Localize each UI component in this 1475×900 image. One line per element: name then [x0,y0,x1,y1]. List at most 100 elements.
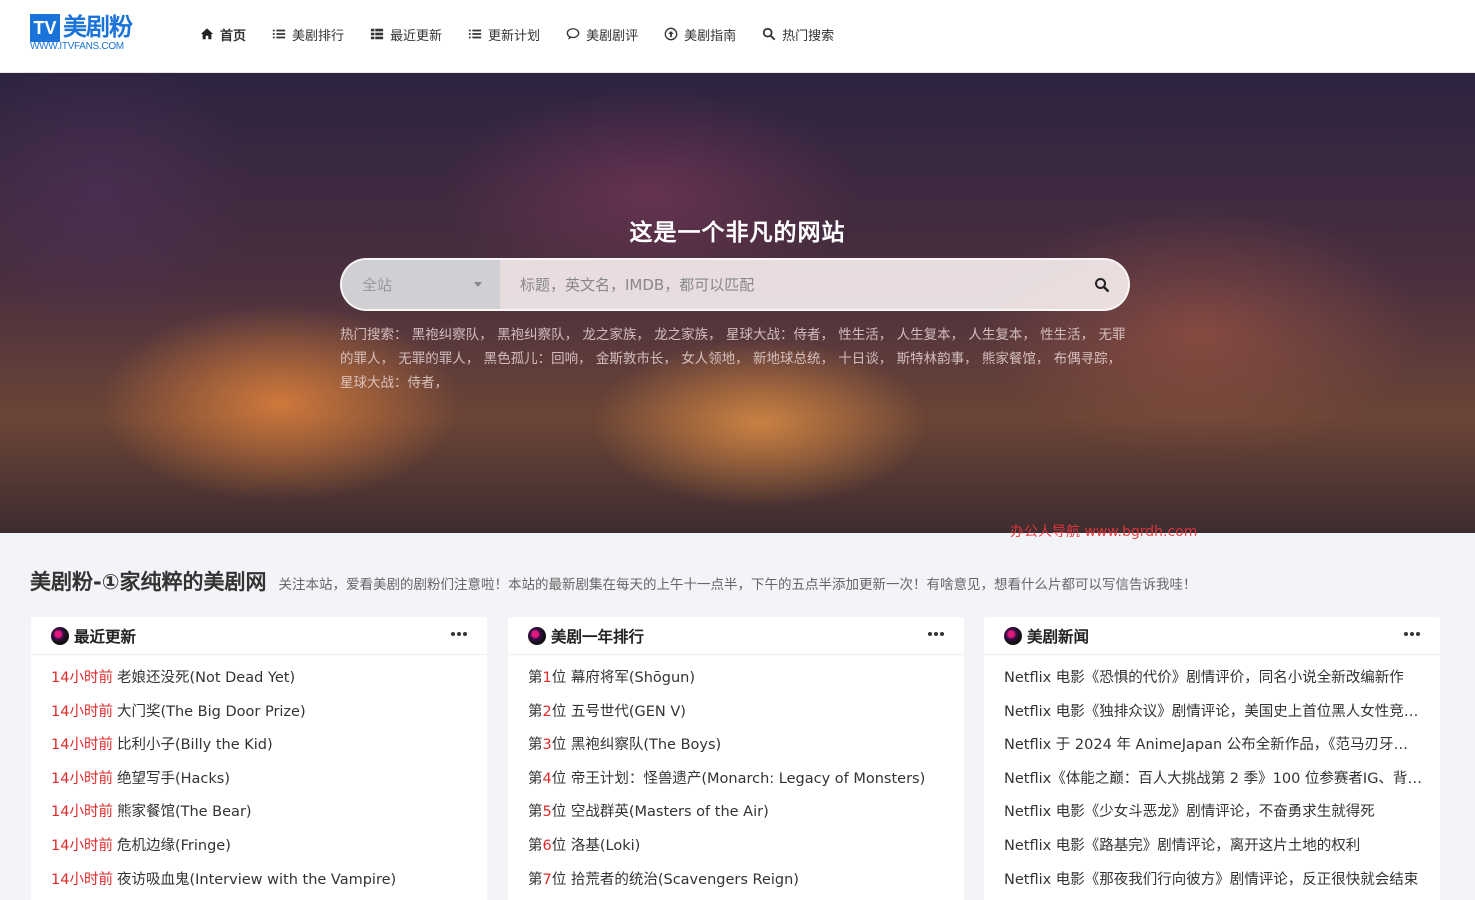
rank-suffix: 位 [551,871,567,888]
hot-search-link[interactable]: 人生复本， [897,327,965,343]
hot-search-link[interactable]: 龙之家族， [582,327,650,343]
site-logo[interactable]: TV 美剧粉 WWW.ITVFANS.COM [30,13,136,54]
list-item[interactable]: 14小时前 大门奖(The Big Door Prize) [31,696,487,730]
logo-text: 美剧粉 [63,13,133,41]
hot-search-link[interactable]: 人生复本， [968,327,1036,343]
item-title: 拾荒者的统治(Scavengers Reign) [570,871,799,888]
panel-logo-icon [51,626,69,645]
hot-search-link[interactable]: 星球大战：侍者， [340,375,448,391]
list-item[interactable]: Netflix 电影《独排众议》剧情评论，美国史上首位黑人女性竞选总统 [984,696,1440,730]
hot-search-link[interactable]: 黑袍纠察队， [497,327,578,343]
rank-suffix: 位 [551,737,567,754]
list-item[interactable]: Netflix 电影《少女斗恶龙》剧情评论，不奋勇求生就得死 [984,796,1440,830]
list-item[interactable]: Netflix《体能之巅：百人大挑战第 2 季》100 位参赛者IG、背景介绍 [984,763,1440,797]
panel-logo-icon [1004,626,1022,645]
more-icon[interactable] [1402,632,1420,636]
hot-search-link[interactable]: 性生活， [838,327,892,343]
panel-title: 最近更新 [74,627,137,646]
nav-home[interactable]: 首页 [200,24,246,44]
list-icon [468,29,482,39]
hot-search-link[interactable]: 黑色孤儿：回响， [484,351,592,367]
rank-suffix: 位 [551,670,567,686]
nav-label: 美剧排行 [292,28,345,44]
item-title: 夜访吸血鬼(Interview with the Vampire) [116,871,397,888]
rank-number: 5 [542,804,552,821]
item-title: 熊家餐馆(The Bear) [116,804,252,821]
recent-list: 14小时前 老娘还没死(Not Dead Yet) 14小时前 大门奖(The Bi… [31,655,487,897]
hero-banner: 这是一个非凡的网站 全站 热门搜索： 黑袍纠察队， 黑袍纠察队， 龙之家族， 龙… [0,73,1475,533]
list-item[interactable]: 14小时前 比利小子(Billy the Kid) [31,729,487,763]
hot-search-link[interactable]: 布偶寻踪， [1054,351,1122,367]
list-item[interactable]: 14小时前 绝望写手(Hacks) [31,763,487,797]
panel-logo-icon [528,626,546,645]
nav-ranking[interactable]: 美剧排行 [272,24,344,44]
search-button[interactable] [1076,260,1128,309]
hot-search-link[interactable]: 斯特林韵事， [897,351,978,367]
list-item[interactable]: Netflix 电影《那夜我们行向彼方》剧情评论，反正很快就会结束 [984,864,1440,898]
search-input[interactable] [500,260,1076,309]
list-item[interactable]: 14小时前 夜访吸血鬼(Interview with the Vampire) [31,864,487,898]
rank-number: 6 [542,837,552,854]
nav-guide[interactable]: 美剧指南 [664,24,736,44]
hot-search-link[interactable]: 星球大战：侍者， [726,327,834,343]
site-header: TV 美剧粉 WWW.ITVFANS.COM 首页 美剧排行 最近更新 更新计划… [0,0,1475,73]
hot-search-link[interactable]: 新地球总统， [753,351,834,367]
nav-hot-search[interactable]: 热门搜索 [762,24,834,44]
main-nav: 首页 美剧排行 最近更新 更新计划 美剧剧评 美剧指南 热门搜索 [200,24,860,44]
list-item[interactable]: 14小时前 危机边缘(Fringe) [31,830,487,864]
item-title: 幕府将军(Shōgun) [570,670,696,686]
intro-title: 美剧粉-①家纯粹的美剧网 [30,570,267,594]
list-item[interactable]: Netflix 电影《路基完》剧情评论，离开这片土地的权利 [984,830,1440,864]
hot-search-link[interactable]: 无罪的罪人， [398,351,479,367]
nav-reviews[interactable]: 美剧剧评 [566,24,638,44]
panel-tv-news: 美剧新闻 Netflix 电影《恐惧的代价》剧情评价，同名小说全新改编新作 Ne… [984,617,1440,900]
circle-up-icon [664,27,678,41]
search-scope-value: 全站 [362,276,393,294]
rank-number: 4 [542,770,552,787]
logo-url: WWW.ITVFANS.COM [30,41,124,52]
item-time: 14小时前 [51,770,113,787]
list-item[interactable]: Netflix 于 2024 年 AnimeJapan 公布全新作品，《范马刃牙… [984,729,1440,763]
item-time: 14小时前 [51,703,113,720]
list-item[interactable]: 第1位 幕府将军(Shōgun) [508,662,964,696]
hot-search-link[interactable]: 龙之家族， [654,327,722,343]
list-item[interactable]: 第2位 五号世代(GEN V) [508,696,964,730]
list-item[interactable]: 14小时前 熊家餐馆(The Bear) [31,796,487,830]
panel-title: 美剧一年排行 [551,627,645,646]
list-item[interactable]: 第5位 空战群英(Masters of the Air) [508,796,964,830]
nav-label: 最近更新 [390,28,443,44]
hot-search-link[interactable]: 金斯敦市长， [596,351,677,367]
more-icon[interactable] [926,632,944,636]
list-item[interactable]: 14小时前 老娘还没死(Not Dead Yet) [31,662,487,696]
rank-prefix: 第 [528,737,543,754]
hot-search-link[interactable]: 黑袍纠察队， [412,327,493,343]
nav-label: 首页 [220,28,247,44]
hot-searches-label: 热门搜索： [340,327,408,343]
rank-number: 2 [542,703,552,720]
list-item[interactable]: 第6位 洛基(Loki) [508,830,964,864]
list-item[interactable]: 第3位 黑袍纠察队(The Boys) [508,729,964,763]
hot-search-link[interactable]: 十日谈， [838,351,892,367]
hot-search-link[interactable]: 性生活， [1040,327,1094,343]
rank-number: 7 [542,871,552,888]
more-icon[interactable] [449,632,467,636]
rank-prefix: 第 [528,670,543,686]
rank-suffix: 位 [551,837,567,854]
nav-recent[interactable]: 最近更新 [370,24,442,44]
list-icon [272,29,286,39]
item-time: 14小时前 [51,837,113,854]
list-item[interactable]: 第7位 拾荒者的统治(Scavengers Reign) [508,864,964,898]
nav-schedule[interactable]: 更新计划 [468,24,540,44]
hot-search-link[interactable]: 熊家餐馆， [982,351,1050,367]
hot-search-link[interactable]: 女人领地， [681,351,749,367]
search-scope-select[interactable]: 全站 [342,260,500,309]
nav-label: 热门搜索 [782,28,835,44]
list-item[interactable]: 第4位 帝王计划：怪兽遗产(Monarch: Legacy of Monster… [508,763,964,797]
watermark-text: 办公人导航 www.bgrdh.com [1010,524,1198,540]
item-title: 大门奖(The Big Door Prize) [116,703,306,720]
panel-header: 美剧一年排行 [508,617,964,655]
list-item[interactable]: Netflix 电影《恐惧的代价》剧情评价，同名小说全新改编新作 [984,662,1440,696]
item-time: 14小时前 [51,737,113,754]
rank-prefix: 第 [528,703,543,720]
rank-prefix: 第 [528,770,543,787]
